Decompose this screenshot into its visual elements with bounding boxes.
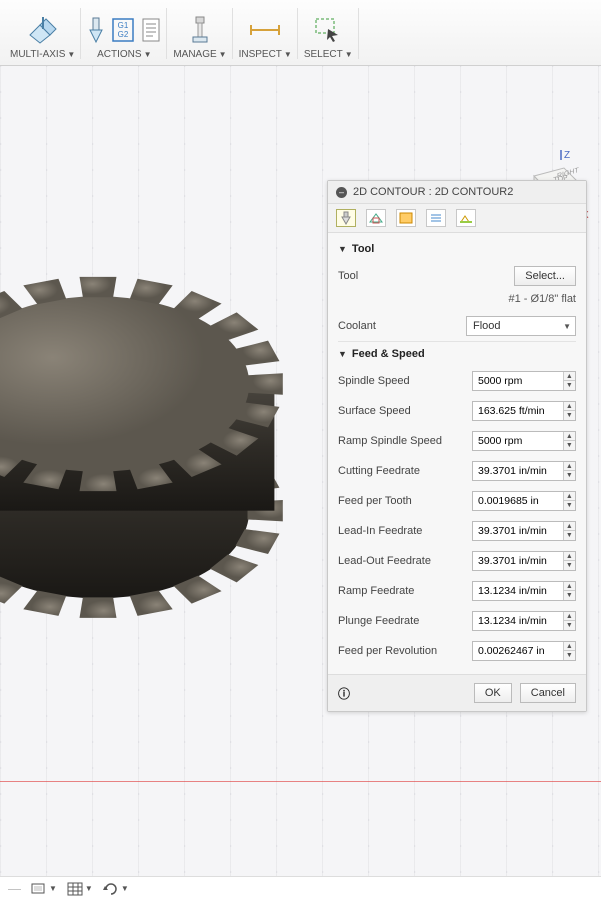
main-toolbar: MULTI-AXIS▼ G1G2 ACTIONS▼ MANAGE▼ INSPEC… [0, 0, 601, 66]
ramp-spindle-input[interactable]: ▲▼ [472, 431, 576, 451]
svg-text:G1: G1 [118, 21, 129, 30]
manage-icon [189, 11, 211, 49]
tab-passes[interactable] [426, 209, 446, 227]
tab-linking[interactable] [456, 209, 476, 227]
tab-tool[interactable] [336, 209, 356, 227]
spinner-arrows[interactable]: ▲▼ [563, 612, 575, 630]
actions-icons: G1G2 [87, 11, 161, 49]
toolbar-group-select[interactable]: SELECT▼ [298, 2, 359, 65]
section-tool-header[interactable]: ▼Tool [338, 237, 576, 261]
tool-label: Tool [338, 270, 358, 282]
spindle-speed-label: Spindle Speed [338, 375, 410, 387]
surface-speed-label: Surface Speed [338, 405, 411, 417]
dialog-title-text: 2D CONTOUR : 2D CONTOUR2 [353, 186, 513, 198]
cutting-feedrate-input[interactable]: ▲▼ [472, 461, 576, 481]
ramp-spindle-label: Ramp Spindle Speed [338, 435, 442, 447]
toolbar-label-manage: MANAGE▼ [173, 49, 226, 63]
cancel-button[interactable]: Cancel [520, 683, 576, 703]
svg-text:G2: G2 [118, 30, 129, 39]
spinner-arrows[interactable]: ▲▼ [563, 582, 575, 600]
spinner-arrows[interactable]: ▲▼ [563, 552, 575, 570]
spindle-speed-input[interactable]: ▲▼ [472, 371, 576, 391]
dialog-titlebar[interactable]: – 2D CONTOUR : 2D CONTOUR2 [328, 181, 586, 204]
leadin-feedrate-label: Lead-In Feedrate [338, 525, 422, 537]
feed-per-rev-label: Feed per Revolution [338, 645, 437, 657]
toolbar-label-inspect: INSPECT▼ [239, 49, 292, 63]
chevron-down-icon: ▼ [563, 322, 571, 331]
contour-dialog: – 2D CONTOUR : 2D CONTOUR2 ▼Tool Tool Se… [327, 180, 587, 712]
tab-geometry[interactable] [366, 209, 386, 227]
surface-speed-input[interactable]: ▲▼ [472, 401, 576, 421]
tab-heights[interactable] [396, 209, 416, 227]
spinner-arrows[interactable]: ▲▼ [563, 492, 575, 510]
leadout-feedrate-label: Lead-Out Feedrate [338, 555, 431, 567]
spinner-arrows[interactable]: ▲▼ [563, 522, 575, 540]
axis-line-x [0, 781, 601, 782]
select-icon [314, 11, 342, 49]
dialog-tabs [328, 204, 586, 233]
tool-description: #1 - Ø1/8" flat [338, 291, 576, 311]
tool-select-button[interactable]: Select... [514, 266, 576, 286]
axis-z-label: Z [564, 150, 570, 161]
leadout-feedrate-input[interactable]: ▲▼ [472, 551, 576, 571]
feed-per-rev-input[interactable]: ▲▼ [472, 641, 576, 661]
refresh-button[interactable]: ▼ [103, 882, 129, 896]
spinner-arrows[interactable]: ▲▼ [563, 372, 575, 390]
toolbar-group-manage[interactable]: MANAGE▼ [167, 2, 232, 65]
info-icon[interactable]: ⓘ [338, 685, 350, 702]
toolbar-label-actions: ACTIONS▼ [97, 49, 151, 63]
plunge-feedrate-label: Plunge Feedrate [338, 615, 419, 627]
spinner-arrows[interactable]: ▲▼ [563, 462, 575, 480]
coolant-label: Coolant [338, 320, 376, 332]
coolant-dropdown[interactable]: Flood▼ [466, 316, 576, 336]
ramp-feedrate-label: Ramp Feedrate [338, 585, 414, 597]
toolbar-label-multiaxis: MULTI-AXIS▼ [10, 49, 75, 63]
gear-model [0, 216, 320, 636]
caret-down-icon: ▼ [338, 349, 347, 359]
section-feed-header[interactable]: ▼Feed & Speed [338, 341, 576, 366]
leadin-feedrate-input[interactable]: ▲▼ [472, 521, 576, 541]
feed-per-tooth-input[interactable]: ▲▼ [472, 491, 576, 511]
plunge-feedrate-input[interactable]: ▲▼ [472, 611, 576, 631]
toolbar-group-multiaxis[interactable]: MULTI-AXIS▼ [4, 2, 81, 65]
feed-per-tooth-label: Feed per Tooth [338, 495, 412, 507]
display-settings-button[interactable]: ▼ [31, 882, 57, 896]
bottom-toolbar: — ▼ ▼ ▼ [0, 876, 601, 900]
spinner-arrows[interactable]: ▲▼ [563, 432, 575, 450]
toolbar-group-inspect[interactable]: INSPECT▼ [233, 2, 298, 65]
multiaxis-icon [26, 11, 60, 49]
caret-down-icon: ▼ [338, 244, 347, 254]
grid-settings-button[interactable]: ▼ [67, 882, 93, 896]
cutting-feedrate-label: Cutting Feedrate [338, 465, 420, 477]
inspect-icon [248, 11, 282, 49]
toolbar-label-select: SELECT▼ [304, 49, 353, 63]
ok-button[interactable]: OK [474, 683, 512, 703]
ramp-feedrate-input[interactable]: ▲▼ [472, 581, 576, 601]
nav-separator: — [8, 881, 21, 896]
spinner-arrows[interactable]: ▲▼ [563, 642, 575, 660]
collapse-icon[interactable]: – [336, 187, 347, 198]
spinner-arrows[interactable]: ▲▼ [563, 402, 575, 420]
toolbar-group-actions[interactable]: G1G2 ACTIONS▼ [81, 2, 167, 65]
